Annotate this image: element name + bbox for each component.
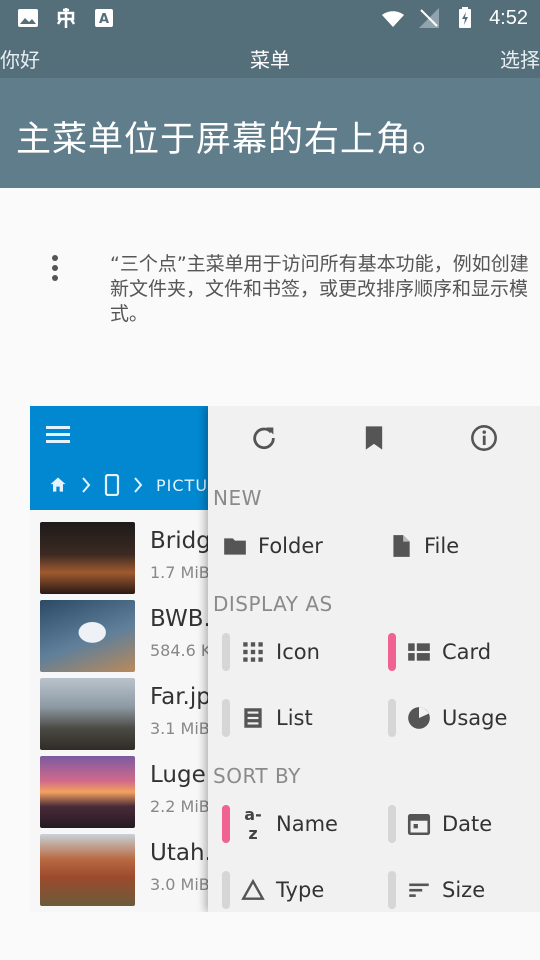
type-label: Type: [276, 878, 325, 902]
thumbnail-image: [40, 600, 135, 672]
list-item: Utah. 3.0 MiB: [40, 834, 212, 906]
display-usage-option[interactable]: Usage: [388, 698, 507, 738]
thumbnail-image: [40, 756, 135, 828]
list-view-icon: [244, 708, 262, 728]
phone-icon: [104, 474, 120, 496]
size-label: Size: [442, 878, 486, 902]
list-item: Far.jp 3.1 MiB: [40, 678, 211, 750]
list-item: Luge 2.2 MiB: [40, 756, 210, 828]
status-bar: A 4:52: [0, 0, 540, 36]
sort-name-option[interactable]: a-z Name: [222, 804, 338, 844]
file-list: Bridg 1.7 MiB BWB. 584.6 K Far.jp 3.1 Mi…: [30, 510, 212, 912]
selection-indicator: [388, 805, 396, 843]
wifi-icon: [382, 11, 405, 27]
thumbnail-image: [40, 678, 135, 750]
breadcrumb: PICTU: [48, 474, 208, 496]
selection-indicator-active: [388, 633, 396, 671]
section-sort-by: SORT BY: [213, 764, 301, 788]
card-label: Card: [442, 640, 492, 664]
three-dots-icon: [48, 255, 62, 289]
grid-icon: [243, 642, 263, 662]
section-display-as: DISPLAY AS: [213, 592, 333, 616]
file-manager-toolbar: PICTU: [30, 406, 208, 510]
selection-indicator-active: [222, 805, 230, 843]
list-item: BWB. 584.6 K: [40, 600, 212, 672]
menu-icon-row: [208, 424, 540, 452]
file-label: File: [424, 534, 460, 558]
example-screenshot: PICTU Bridg 1.7 MiB BWB. 584.6 K Far.jp …: [30, 406, 540, 912]
sort-size-option[interactable]: Size: [388, 870, 485, 910]
section-new: NEW: [213, 486, 262, 510]
display-icon-option[interactable]: Icon: [222, 632, 320, 672]
file-name: Utah.: [150, 840, 212, 866]
date-label: Date: [442, 812, 493, 836]
file-size: 584.6 K: [150, 641, 212, 660]
new-file-option[interactable]: File: [388, 526, 459, 566]
sort-az-icon: a-z: [244, 805, 262, 843]
sort-date-option[interactable]: Date: [388, 804, 492, 844]
breadcrumb-folder: PICTU: [156, 475, 209, 495]
hero-title: 主菜单位于屏幕的右上角。: [16, 120, 449, 160]
selection-indicator: [388, 871, 396, 909]
hero-banner: 主菜单位于屏幕的右上角。: [0, 78, 540, 188]
file-size: 3.1 MiB: [150, 719, 210, 738]
usage-label: Usage: [442, 706, 508, 730]
display-card-option[interactable]: Card: [388, 632, 491, 672]
pie-chart-icon: [408, 707, 430, 729]
sort-type-option[interactable]: Type: [222, 870, 324, 910]
svg-text:A: A: [99, 12, 109, 27]
file-name: Bridg: [150, 528, 211, 554]
card-view-icon: [408, 643, 430, 661]
file-name: Luge: [150, 762, 206, 788]
selection-indicator: [222, 633, 230, 671]
sort-lines-icon: [409, 883, 429, 897]
file-size: 1.7 MiB: [150, 563, 210, 582]
gallery-icon: [18, 9, 38, 27]
selection-indicator: [222, 699, 230, 737]
calendar-icon: [407, 814, 431, 836]
nav-left-button[interactable]: 你好: [0, 44, 40, 73]
icon-label: Icon: [276, 640, 320, 664]
thumbnail-image: [40, 522, 135, 594]
list-label: List: [276, 706, 313, 730]
description-text: “三个点”主菜单用于访问所有基本功能，例如创建新文件夹，文件和书签，或更改排序顺…: [110, 253, 529, 325]
clock: 4:52: [489, 6, 528, 29]
bug-icon: [56, 8, 76, 28]
home-icon: [50, 477, 66, 492]
file-size: 2.2 MiB: [150, 797, 210, 816]
chevron-right-icon: [82, 477, 91, 493]
file-icon: [393, 535, 410, 557]
thumbnail-image: [40, 834, 135, 906]
info-icon[interactable]: [470, 424, 498, 452]
triangle-icon: [241, 878, 265, 900]
list-item: Bridg 1.7 MiB: [40, 522, 211, 594]
file-size: 3.0 MiB: [150, 875, 210, 894]
refresh-icon[interactable]: [250, 424, 278, 452]
overflow-menu: NEW Folder File DISPLAY AS Icon Card Lis…: [208, 406, 540, 912]
selection-indicator: [222, 871, 230, 909]
display-list-option[interactable]: List: [222, 698, 313, 738]
file-name: Far.jp: [150, 684, 211, 710]
folder-label: Folder: [258, 534, 323, 558]
file-name: BWB.: [150, 606, 211, 632]
battery-charging-icon: [459, 7, 472, 28]
keyboard-a-icon: A: [95, 9, 113, 27]
no-signal-icon: [419, 8, 440, 28]
nav-select-button[interactable]: 选择: [500, 44, 540, 73]
nav-title: 菜单: [250, 48, 290, 72]
bookmark-icon[interactable]: [360, 424, 388, 452]
new-folder-option[interactable]: Folder: [222, 526, 323, 566]
name-label: Name: [276, 812, 338, 836]
top-nav: 菜单 你好 选择: [0, 36, 540, 78]
folder-icon: [224, 538, 246, 555]
hamburger-icon: [46, 426, 70, 444]
chevron-right-icon: [134, 477, 143, 493]
selection-indicator: [388, 699, 396, 737]
